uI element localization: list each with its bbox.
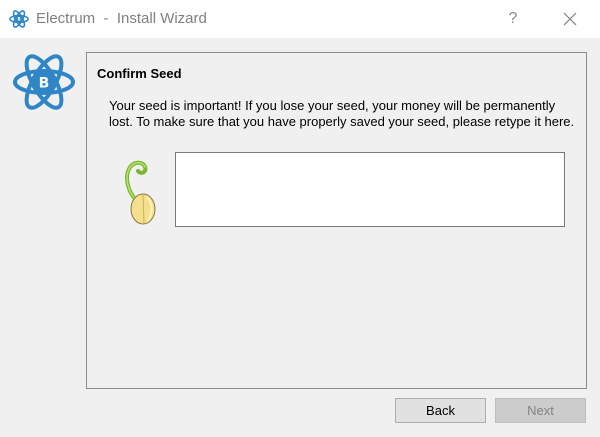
next-button[interactable]: Next — [495, 398, 586, 423]
wizard-panel: Confirm Seed Your seed is important! If … — [86, 52, 587, 389]
page-title: Confirm Seed — [97, 66, 182, 81]
electrum-logo-icon: B — [9, 10, 29, 28]
close-icon — [563, 12, 577, 26]
electrum-logo-icon: B — [13, 54, 75, 110]
help-button[interactable]: ? — [500, 0, 526, 38]
seed-warning-message: Your seed is important! If you lose your… — [109, 98, 575, 129]
window-title: Electrum - Install Wizard — [36, 10, 207, 27]
svg-text:B: B — [39, 76, 50, 92]
close-button[interactable] — [552, 0, 588, 38]
seed-icon — [125, 160, 156, 225]
title-bar: B Electrum - Install Wizard ? — [0, 0, 600, 38]
svg-text:B: B — [17, 17, 20, 22]
back-button[interactable]: Back — [395, 398, 486, 423]
seed-input[interactable] — [175, 152, 565, 227]
